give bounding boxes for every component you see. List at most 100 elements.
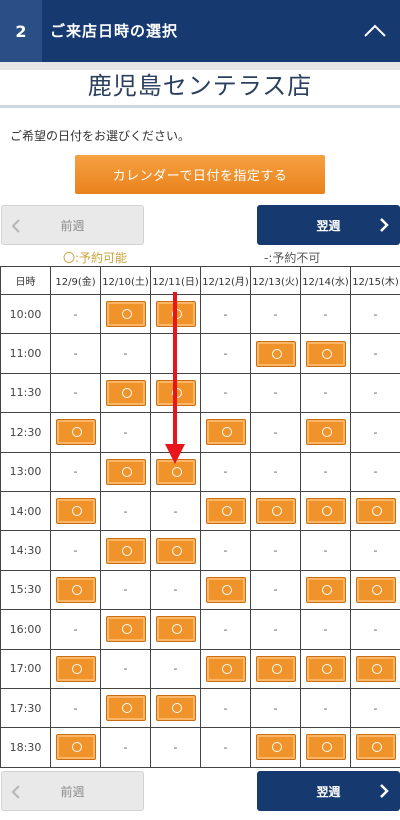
slot-cell: - bbox=[350, 412, 400, 453]
circle-icon bbox=[171, 545, 182, 556]
unavailable-mark: - bbox=[323, 465, 328, 479]
available-slot-button[interactable] bbox=[105, 537, 146, 564]
unavailable-mark: - bbox=[173, 504, 178, 518]
available-slot-button[interactable] bbox=[255, 655, 296, 682]
unavailable-mark: - bbox=[373, 425, 378, 439]
circle-icon bbox=[321, 584, 332, 595]
available-slot-button[interactable] bbox=[105, 458, 146, 485]
legend: 〇:予約可能 -:予約不可 bbox=[0, 249, 400, 265]
slot-cell: - bbox=[250, 293, 301, 335]
available-slot-button[interactable] bbox=[55, 419, 96, 446]
available-slot-button[interactable] bbox=[155, 695, 196, 722]
available-slot-button[interactable] bbox=[105, 379, 146, 406]
available-slot-button[interactable] bbox=[255, 734, 296, 761]
available-slot-button[interactable] bbox=[305, 734, 346, 761]
table-row: 11:30 - - - - - bbox=[0, 372, 400, 414]
date-column-header: 12/15(木) bbox=[350, 266, 400, 295]
available-slot-button[interactable] bbox=[155, 537, 196, 564]
available-slot-button[interactable] bbox=[355, 655, 396, 682]
unavailable-mark: - bbox=[373, 347, 378, 361]
available-slot-button[interactable] bbox=[355, 576, 396, 603]
slot-cell bbox=[150, 687, 201, 729]
unavailable-mark: - bbox=[123, 662, 128, 676]
unavailable-mark: - bbox=[223, 740, 228, 754]
circle-icon bbox=[71, 663, 82, 674]
available-slot-button[interactable] bbox=[305, 419, 346, 446]
slot-cell: - bbox=[50, 293, 101, 335]
available-slot-button[interactable] bbox=[155, 379, 196, 406]
slot-cell: - bbox=[200, 293, 251, 335]
slot-cell: - bbox=[150, 412, 201, 453]
available-slot-button[interactable] bbox=[155, 458, 196, 485]
circle-icon bbox=[221, 427, 232, 438]
available-slot-button[interactable] bbox=[55, 655, 96, 682]
available-slot-button[interactable] bbox=[105, 695, 146, 722]
unavailable-mark: - bbox=[73, 347, 78, 361]
available-slot-button[interactable] bbox=[105, 301, 146, 328]
available-slot-button[interactable] bbox=[55, 498, 96, 525]
available-slot-button[interactable] bbox=[205, 419, 246, 446]
section-header[interactable]: 2 ご来店日時の選択 bbox=[0, 0, 400, 62]
available-slot-button[interactable] bbox=[205, 498, 246, 525]
time-slot-label: 11:00 bbox=[0, 333, 51, 374]
slot-cell: - bbox=[350, 687, 400, 729]
available-slot-button[interactable] bbox=[305, 655, 346, 682]
circle-icon bbox=[71, 742, 82, 753]
slot-cell bbox=[150, 609, 201, 650]
circle-icon bbox=[271, 348, 282, 359]
slot-cell: - bbox=[250, 412, 301, 453]
unavailable-mark: - bbox=[323, 386, 328, 400]
slot-cell: - bbox=[100, 569, 151, 611]
available-slot-button[interactable] bbox=[355, 734, 396, 761]
available-slot-button[interactable] bbox=[305, 498, 346, 525]
slot-cell bbox=[350, 569, 400, 611]
prev-week-button[interactable]: 前週 bbox=[1, 205, 144, 245]
chevron-up-icon[interactable] bbox=[362, 18, 388, 44]
slot-cell: - bbox=[200, 530, 251, 571]
available-slot-button[interactable] bbox=[55, 734, 96, 761]
table-row: 10:00 - - - - - bbox=[0, 293, 400, 335]
available-slot-button[interactable] bbox=[255, 498, 296, 525]
available-slot-button[interactable] bbox=[355, 498, 396, 525]
time-slot-label: 14:00 bbox=[0, 490, 51, 532]
time-slot-label: 14:30 bbox=[0, 530, 51, 571]
slot-cell: - bbox=[350, 293, 400, 335]
available-slot-button[interactable] bbox=[155, 301, 196, 328]
legend-available: 〇:予約可能 bbox=[63, 251, 128, 265]
prev-week-button-bottom[interactable]: 前週 bbox=[1, 771, 144, 811]
circle-icon bbox=[221, 506, 232, 517]
unavailable-mark: - bbox=[273, 544, 278, 558]
available-slot-button[interactable] bbox=[255, 340, 296, 367]
circle-icon bbox=[371, 506, 382, 517]
chevron-left-icon bbox=[11, 219, 20, 233]
available-slot-button[interactable] bbox=[105, 616, 146, 643]
slot-cell: - bbox=[300, 372, 351, 414]
available-slot-button[interactable] bbox=[205, 655, 246, 682]
available-slot-button[interactable] bbox=[305, 340, 346, 367]
next-week-button-bottom[interactable]: 翌週 bbox=[257, 771, 400, 811]
unavailable-mark: - bbox=[373, 386, 378, 400]
available-slot-button[interactable] bbox=[155, 616, 196, 643]
date-column-header: 12/12(月) bbox=[200, 266, 251, 295]
available-slot-button[interactable] bbox=[205, 576, 246, 603]
available-slot-button[interactable] bbox=[305, 576, 346, 603]
prev-week-label: 前週 bbox=[60, 218, 85, 233]
time-slot-label: 17:00 bbox=[0, 648, 51, 689]
table-header-row: 日時 12/9(金) 12/10(土) 12/11(日) 12/12(月) 12/13(… bbox=[0, 266, 400, 295]
available-slot-button[interactable] bbox=[55, 576, 96, 603]
slot-cell bbox=[300, 333, 351, 374]
table-row: 17:00 - - bbox=[0, 648, 400, 689]
slot-cell bbox=[250, 490, 301, 532]
slot-cell: - bbox=[50, 530, 101, 571]
circle-icon bbox=[171, 466, 182, 477]
slot-cell: - bbox=[200, 687, 251, 729]
next-week-button[interactable]: 翌週 bbox=[257, 205, 400, 245]
slot-cell: - bbox=[100, 333, 151, 374]
calendar-date-button[interactable]: カレンダーで日付を指定する bbox=[75, 155, 325, 194]
circle-icon bbox=[171, 703, 182, 714]
circle-icon bbox=[221, 584, 232, 595]
unavailable-mark: - bbox=[273, 465, 278, 479]
unavailable-mark: - bbox=[173, 347, 178, 361]
circle-icon bbox=[371, 663, 382, 674]
unavailable-mark: - bbox=[173, 662, 178, 676]
